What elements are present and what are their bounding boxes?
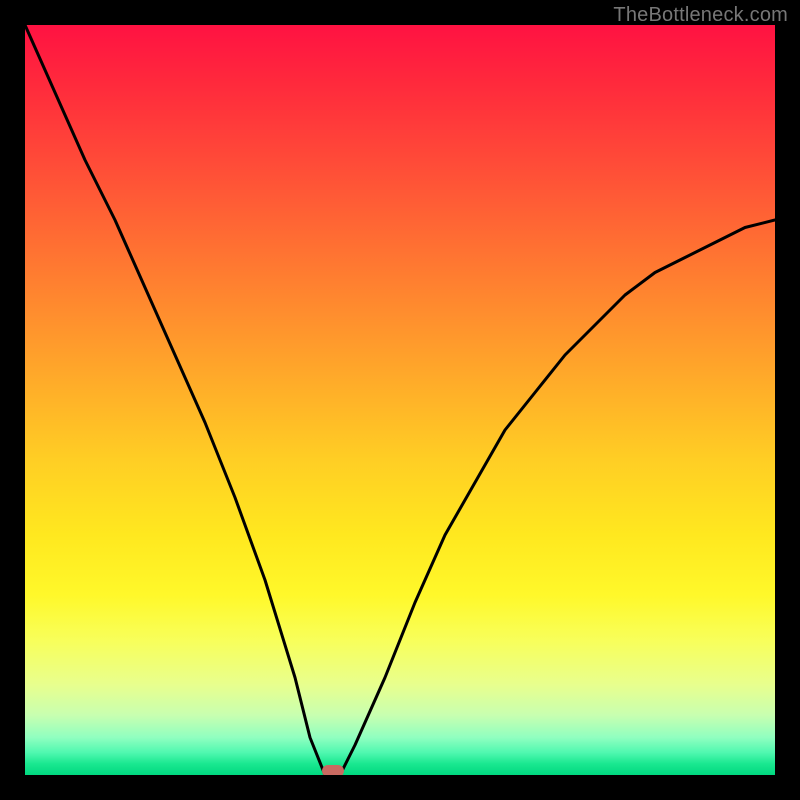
chart-frame: TheBottleneck.com xyxy=(0,0,800,800)
optimal-marker xyxy=(322,765,344,775)
watermark-text: TheBottleneck.com xyxy=(613,4,788,27)
bottleneck-curve xyxy=(25,25,775,775)
plot-area xyxy=(25,25,775,775)
